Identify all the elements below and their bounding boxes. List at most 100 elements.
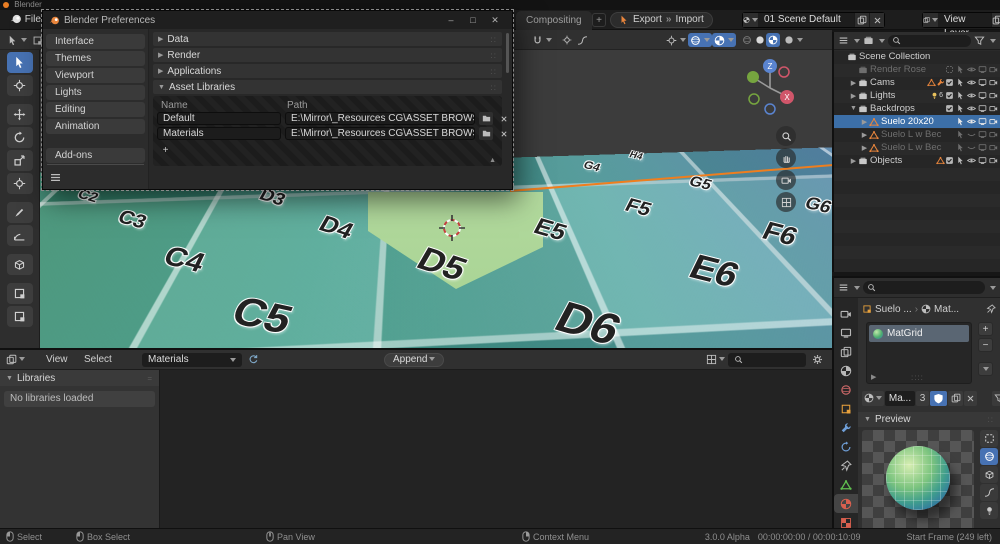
sidebar-item-lights[interactable]: Lights (46, 85, 145, 100)
expand-arrow[interactable]: ▶ (849, 157, 858, 165)
screen-toggle-icon[interactable] (978, 130, 987, 139)
browse-folder-button[interactable] (479, 127, 493, 140)
slot-expand-arrow[interactable]: ▶ (871, 373, 876, 381)
shading-rendered-icon[interactable] (782, 33, 805, 47)
chk-toggle-icon[interactable] (945, 91, 954, 100)
library-name-field[interactable]: Materials (157, 127, 281, 140)
cam-toggle-icon[interactable] (989, 143, 998, 152)
display-mode-button[interactable] (706, 350, 725, 370)
file-menu[interactable]: File (6, 12, 45, 28)
remove-slot-button[interactable]: − (978, 338, 993, 352)
remove-library-button[interactable] (497, 127, 511, 140)
sidebar-item-themes[interactable]: Themes (46, 51, 145, 66)
preview-shape-sphere[interactable] (980, 448, 998, 465)
ptr-toggle-icon[interactable] (956, 130, 965, 139)
expand-arrow[interactable]: ▶ (860, 118, 869, 126)
view-layer-field[interactable]: View Layer (938, 13, 991, 39)
cam-toggle-icon[interactable] (989, 78, 998, 87)
sidebar-item-animation[interactable]: Animation (46, 119, 145, 134)
eye-toggle-icon[interactable] (967, 65, 976, 74)
nav-zoom-button[interactable] (776, 126, 796, 146)
scene-new-button[interactable] (854, 13, 869, 27)
ptr-toggle-icon[interactable] (956, 117, 965, 126)
screen-toggle-icon[interactable] (978, 78, 987, 87)
minimize-button[interactable]: – (440, 12, 462, 28)
properties-options-chevron[interactable] (990, 285, 996, 290)
outliner-row-scene-collection[interactable]: Scene Collection (834, 50, 1000, 63)
sq-toggle-icon[interactable] (945, 65, 954, 74)
proportional-editing-icon[interactable] (560, 33, 574, 47)
preview-shape-hair[interactable] (980, 484, 998, 501)
sidebar-item-interface[interactable]: Interface (46, 34, 145, 49)
cam-toggle-icon[interactable] (989, 117, 998, 126)
eye-toggle-icon[interactable] (967, 156, 976, 165)
properties-tab-object-data[interactable] (834, 475, 858, 494)
new-material-button[interactable] (948, 390, 963, 406)
tool-annotate[interactable] (6, 202, 33, 223)
asset-settings-icon[interactable] (812, 350, 823, 370)
chk-toggle-icon[interactable] (945, 156, 954, 165)
asset-type-dropdown[interactable]: Materials (142, 353, 242, 367)
breadcrumb-material[interactable]: Mat... (934, 304, 959, 315)
refresh-button[interactable] (248, 350, 259, 370)
outliner-row-objects[interactable]: ▶ Objects (834, 154, 1000, 167)
view-layer-new-button[interactable] (990, 13, 1000, 27)
snap-toggle-icon[interactable] (530, 33, 554, 47)
outliner-row-suelo-l-w-bec[interactable]: ▶ Suelo L w Bec (834, 141, 1000, 154)
asset-grid-area[interactable] (160, 370, 832, 528)
tool-cursor[interactable] (6, 75, 33, 96)
section-asset-libraries[interactable]: ▼ Asset Libraries:: (153, 80, 502, 94)
scene-name-field[interactable]: 01 Scene Default (758, 13, 854, 27)
nav-camera-view-button[interactable] (776, 170, 796, 190)
ptr-toggle-icon[interactable] (956, 156, 965, 165)
browse-material-button[interactable] (862, 390, 884, 406)
display-mode-icon[interactable] (863, 35, 874, 46)
expand-arrow[interactable]: ▶ (860, 131, 869, 139)
shading-material-icon[interactable] (766, 33, 780, 47)
scene-browse-icon[interactable] (743, 13, 758, 27)
tool-scale[interactable] (6, 150, 33, 171)
asset-search-input[interactable] (728, 353, 806, 367)
node-filter-button[interactable] (992, 390, 1000, 406)
preferences-scrollbar[interactable] (506, 33, 509, 73)
import-button[interactable]: Import (675, 12, 703, 28)
maximize-button[interactable]: □ (462, 12, 484, 28)
preview-shape-cube[interactable] (980, 466, 998, 483)
library-name-field[interactable]: Default (157, 112, 281, 125)
expand-arrow[interactable]: ▶ (849, 92, 858, 100)
resize-grip[interactable]: :::: (911, 373, 924, 382)
cam-toggle-icon[interactable] (989, 104, 998, 113)
add-workspace-button[interactable]: + (592, 13, 606, 27)
breadcrumb-object[interactable]: Suelo ... (875, 304, 912, 315)
screen-toggle-icon[interactable] (978, 91, 987, 100)
outliner-row-suelo-20x20[interactable]: ▶ Suelo 20x20 (834, 115, 1000, 128)
screen-toggle-icon[interactable] (978, 104, 987, 113)
nav-toggle-ortho-button[interactable] (776, 192, 796, 212)
section-data[interactable]: ▶ Data:: (153, 32, 502, 46)
eye-toggle-icon[interactable] (967, 104, 976, 113)
view-layer-browse-icon[interactable] (923, 13, 938, 27)
tool-add-cube[interactable] (6, 254, 33, 275)
expand-arrow[interactable]: ▶ (849, 79, 858, 87)
material-name-field[interactable]: Ma... (885, 390, 915, 406)
add-library-button[interactable]: + (159, 145, 172, 158)
outliner-row-render-rose[interactable]: Render Rose (834, 63, 1000, 76)
sidebar-item-editing[interactable]: Editing (46, 102, 145, 117)
outliner-row-lights[interactable]: ▶ Lights 6 (834, 89, 1000, 102)
cam-toggle-icon[interactable] (989, 91, 998, 100)
libraries-panel-header[interactable]: ▼ Libraries = (0, 370, 159, 386)
ptr-toggle-icon[interactable] (956, 65, 965, 74)
tool-transform[interactable] (6, 173, 33, 194)
editor-type-icon[interactable] (838, 282, 849, 293)
screen-toggle-icon[interactable] (978, 143, 987, 152)
browse-folder-button[interactable] (479, 112, 493, 125)
shading-wireframe-icon[interactable] (740, 33, 754, 47)
cam-toggle-icon[interactable] (989, 130, 998, 139)
sidebar-item-viewport[interactable]: Viewport (46, 68, 145, 83)
chk-toggle-icon[interactable] (945, 104, 954, 113)
append-dropdown[interactable]: Append (384, 353, 445, 367)
material-slot-matgrid[interactable]: MatGrid (869, 325, 969, 342)
shading-solid-icon[interactable] (753, 33, 767, 47)
eye-toggle-icon[interactable] (967, 117, 976, 126)
nav-pan-button[interactable] (776, 148, 796, 168)
